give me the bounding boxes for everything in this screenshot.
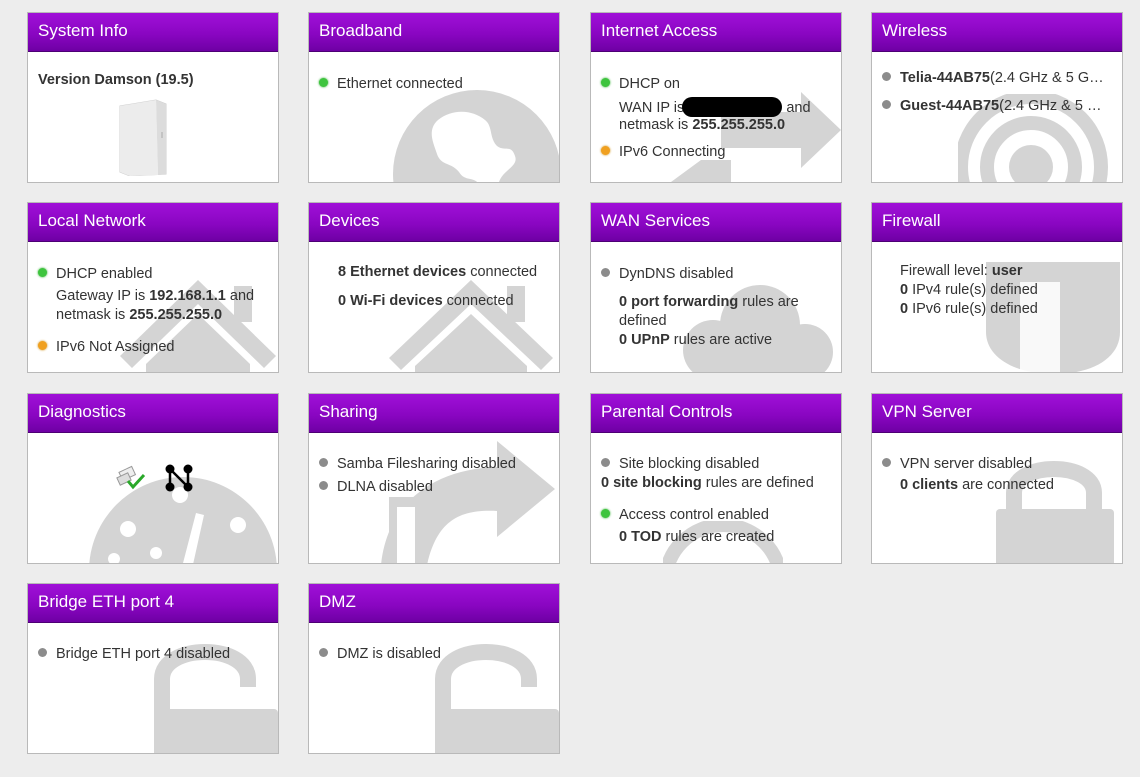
ipv6-rules: 0 IPv6 rule(s) defined — [900, 301, 1038, 317]
samba-status: Samba Filesharing disabled — [319, 456, 516, 472]
bridge-card[interactable]: Bridge ETH port 4 Bridge ETH port 4 disa… — [27, 583, 279, 754]
status-dot-gray — [601, 268, 610, 277]
firewall-level: Firewall level: user — [900, 263, 1023, 279]
dyndns-status: DynDNS disabled — [601, 266, 733, 282]
ipv4-rules: 0 IPv4 rule(s) defined — [900, 282, 1038, 298]
vpn-server-card[interactable]: VPN Server VPN server disabled 0 clients… — [871, 393, 1123, 564]
ethernet-devices: 8 Ethernet devices connected — [338, 264, 538, 280]
status-dot-orange — [601, 146, 610, 155]
status-dot-gray — [319, 648, 328, 657]
status-dot-gray — [882, 72, 891, 81]
vpn-status: VPN server disabled — [882, 456, 1032, 472]
card-title: Internet Access — [591, 13, 841, 52]
dhcp-status: DHCP on — [601, 76, 680, 92]
firewall-card[interactable]: Firewall Firewall level: user 0 IPv4 rul… — [871, 202, 1123, 373]
lan-netmask: netmask is 255.255.255.0 — [56, 307, 223, 323]
card-title: Bridge ETH port 4 — [28, 584, 278, 623]
ipv6-status: IPv6 Connecting — [601, 144, 725, 160]
ping-check-icon[interactable] — [116, 463, 146, 495]
wifi-devices: 0 Wi-Fi devices connected — [338, 293, 514, 309]
status-dot-gray — [38, 648, 47, 657]
dmz-status: DMZ is disabled — [319, 646, 441, 662]
site-blocking-rules: 0 site blocking rules are defined — [601, 475, 814, 491]
status-dot-gray — [882, 100, 891, 109]
card-title: WAN Services — [591, 203, 841, 242]
status-dot-gray — [601, 458, 610, 467]
network-nodes-icon[interactable] — [164, 463, 194, 497]
redacted-ip — [682, 97, 783, 117]
gateway-ip: Gateway IP is 192.168.1.1 and — [56, 288, 255, 304]
vpn-clients: 0 clients are connected — [900, 477, 1054, 493]
system-info-card[interactable]: System Info Version Damson (19.5) — [27, 12, 279, 183]
card-title: System Info — [28, 13, 278, 52]
card-title: DMZ — [309, 584, 559, 623]
devices-card[interactable]: Devices 8 Ethernet devices connected 0 W… — [308, 202, 560, 373]
card-title: Firewall — [872, 203, 1122, 242]
local-network-card[interactable]: Local Network DHCP enabled Gateway IP is… — [27, 202, 279, 373]
card-title: Broadband — [309, 13, 559, 52]
card-title: Wireless — [872, 13, 1122, 52]
broadband-card[interactable]: Broadband Ethernet connected — [308, 12, 560, 183]
ssid-guest: Guest-44AB75(2.4 GHz & 5 … — [882, 98, 1110, 114]
dlna-status: DLNA disabled — [319, 479, 433, 495]
status-dot-gray — [319, 458, 328, 467]
sharing-card[interactable]: Sharing Samba Filesharing disabled DLNA … — [308, 393, 560, 564]
ipv6-status: IPv6 Not Assigned — [38, 339, 175, 355]
access-control-status: Access control enabled — [601, 507, 769, 523]
dhcp-status: DHCP enabled — [38, 266, 152, 282]
broadband-status: Ethernet connected — [319, 76, 463, 92]
site-blocking-status: Site blocking disabled — [601, 456, 759, 472]
status-dot-green — [38, 268, 47, 277]
firmware-version: Version Damson (19.5) — [38, 72, 194, 88]
card-title: Devices — [309, 203, 559, 242]
status-dot-green — [601, 78, 610, 87]
parental-controls-card[interactable]: Parental Controls Site blocking disabled… — [590, 393, 842, 564]
diagnostics-card[interactable]: Diagnostics — [27, 393, 279, 564]
card-title: Sharing — [309, 394, 559, 433]
wireless-card[interactable]: Wireless Telia-44AB75(2.4 GHz & 5 G… Gue… — [871, 12, 1123, 183]
ssid-main: Telia-44AB75(2.4 GHz & 5 G… — [882, 70, 1110, 86]
status-dot-green — [601, 509, 610, 518]
status-dot-orange — [38, 341, 47, 350]
upnp-rules: 0 UPnP rules are active — [619, 332, 773, 348]
status-dot-green — [319, 78, 328, 87]
dmz-card[interactable]: DMZ DMZ is disabled — [308, 583, 560, 754]
port-forwarding-rules-cont: defined — [619, 313, 667, 329]
router-image — [116, 98, 176, 176]
status-dot-gray — [319, 481, 328, 490]
card-title: Parental Controls — [591, 394, 841, 433]
port-forwarding-rules: 0 port forwarding rules are — [619, 294, 799, 310]
wan-ip: WAN IP is and — [619, 97, 811, 117]
bridge-status: Bridge ETH port 4 disabled — [38, 646, 230, 662]
internet-access-card[interactable]: Internet Access DHCP on WAN IP is and ne… — [590, 12, 842, 183]
card-title: VPN Server — [872, 394, 1122, 433]
tod-rules: 0 TOD rules are created — [619, 529, 775, 545]
status-dot-gray — [882, 458, 891, 467]
card-title: Local Network — [28, 203, 278, 242]
card-title: Diagnostics — [28, 394, 278, 433]
wan-services-card[interactable]: WAN Services DynDNS disabled 0 port forw… — [590, 202, 842, 373]
wan-netmask: netmask is 255.255.255.0 — [619, 117, 786, 133]
